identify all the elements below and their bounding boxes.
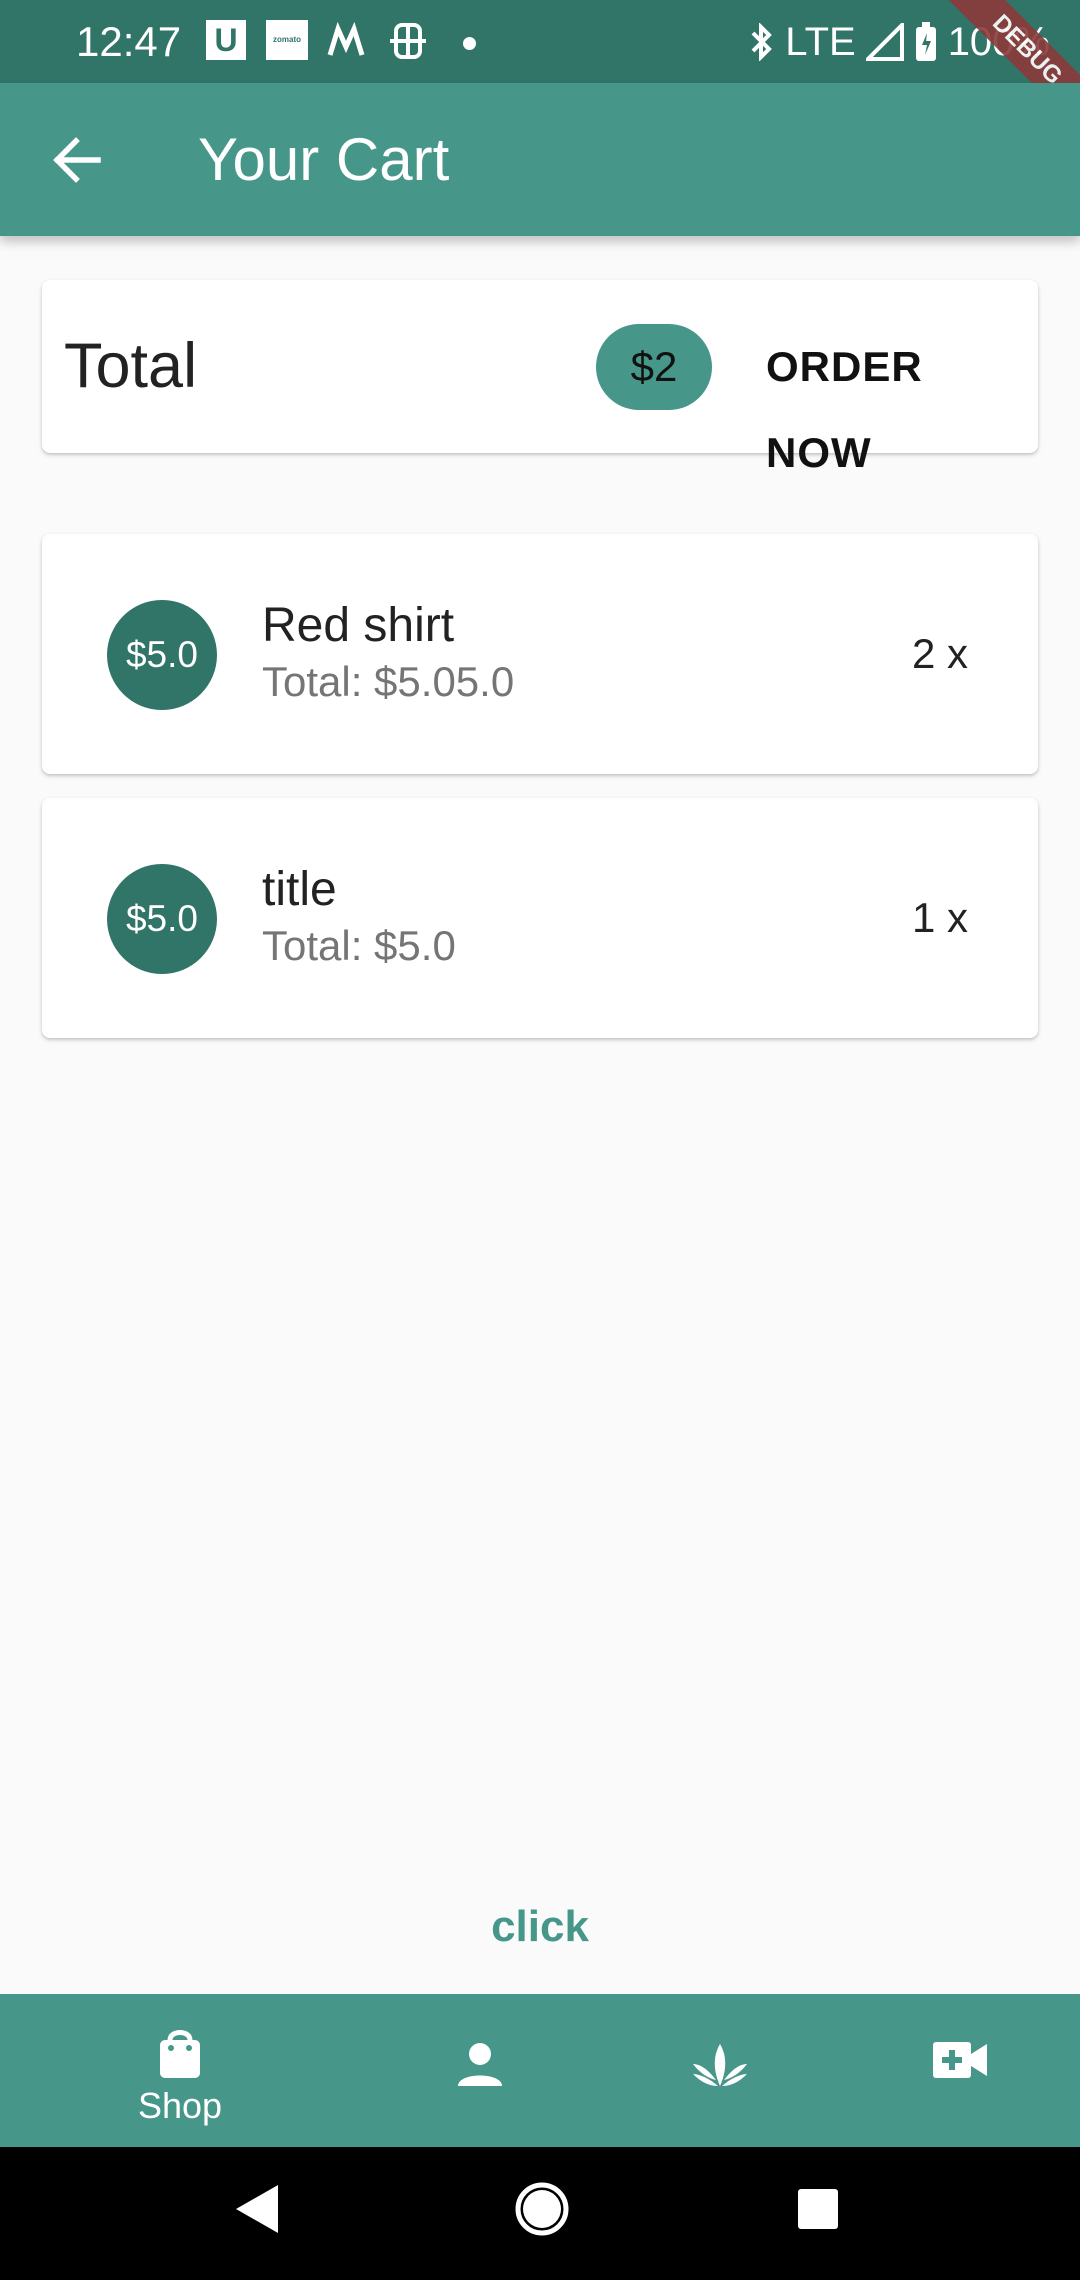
zomato-notification-icon: zomato [266, 20, 308, 60]
item-quantity: 2 x [911, 630, 968, 677]
system-navigation-bar [0, 2147, 1080, 2280]
status-time: 12:47 [76, 18, 182, 65]
plant-icon [693, 2044, 747, 2086]
system-back-icon[interactable] [232, 2181, 282, 2237]
app-bar: Your Cart [0, 83, 1080, 236]
battery-icon [915, 22, 936, 61]
person-icon [458, 2043, 502, 2086]
urban-company-notification-icon: U [206, 20, 246, 60]
order-now-button[interactable]: ORDER NOW [742, 324, 1038, 476]
page-title: Your Cart [198, 126, 450, 193]
bluetooth-icon [751, 23, 773, 61]
app-notification-icon [327, 21, 365, 56]
total-card: Total $2 ORDER NOW [42, 280, 1038, 476]
bottom-navigation: Shop [0, 1994, 1080, 2147]
cart-screen: 12:47 U zomato LTE 100% D [0, 0, 1080, 2280]
total-amount-chip: $2 [596, 324, 712, 410]
nav-item-video[interactable] [880, 1994, 1040, 2147]
nav-item-shop[interactable]: Shop [100, 1994, 260, 2147]
nav-label: Shop [137, 2085, 223, 2126]
network-type: LTE [785, 19, 856, 64]
nav-item-profile[interactable] [400, 1994, 560, 2147]
cart-item[interactable]: $5.0 title Total: $5.0 1 x [42, 798, 1038, 1038]
grid-notification-icon [390, 23, 426, 59]
more-notifications-dot-icon [463, 37, 476, 50]
price-avatar: $5.0 [107, 864, 217, 974]
click-link[interactable]: click [0, 1895, 1080, 1959]
signal-icon [865, 23, 904, 61]
video-call-icon [933, 2042, 987, 2078]
total-label: Total [64, 331, 198, 401]
item-subtotal: Total: $5.05.0 [262, 658, 515, 705]
back-arrow-icon[interactable] [40, 123, 114, 197]
item-quantity: 1 x [911, 894, 968, 941]
system-home-icon[interactable] [514, 2181, 570, 2237]
item-subtotal: Total: $5.0 [262, 922, 456, 969]
nav-item-plant[interactable] [640, 1994, 800, 2147]
price-avatar: $5.0 [107, 600, 217, 710]
system-recents-icon[interactable] [796, 2187, 840, 2231]
cart-item[interactable]: $5.0 Red shirt Total: $5.05.0 2 x [42, 534, 1038, 774]
item-title: Red shirt [262, 599, 455, 652]
status-bar: 12:47 U zomato LTE 100% D [0, 0, 1080, 146]
item-title: title [262, 863, 337, 916]
shopping-bag-icon [160, 2030, 200, 2078]
